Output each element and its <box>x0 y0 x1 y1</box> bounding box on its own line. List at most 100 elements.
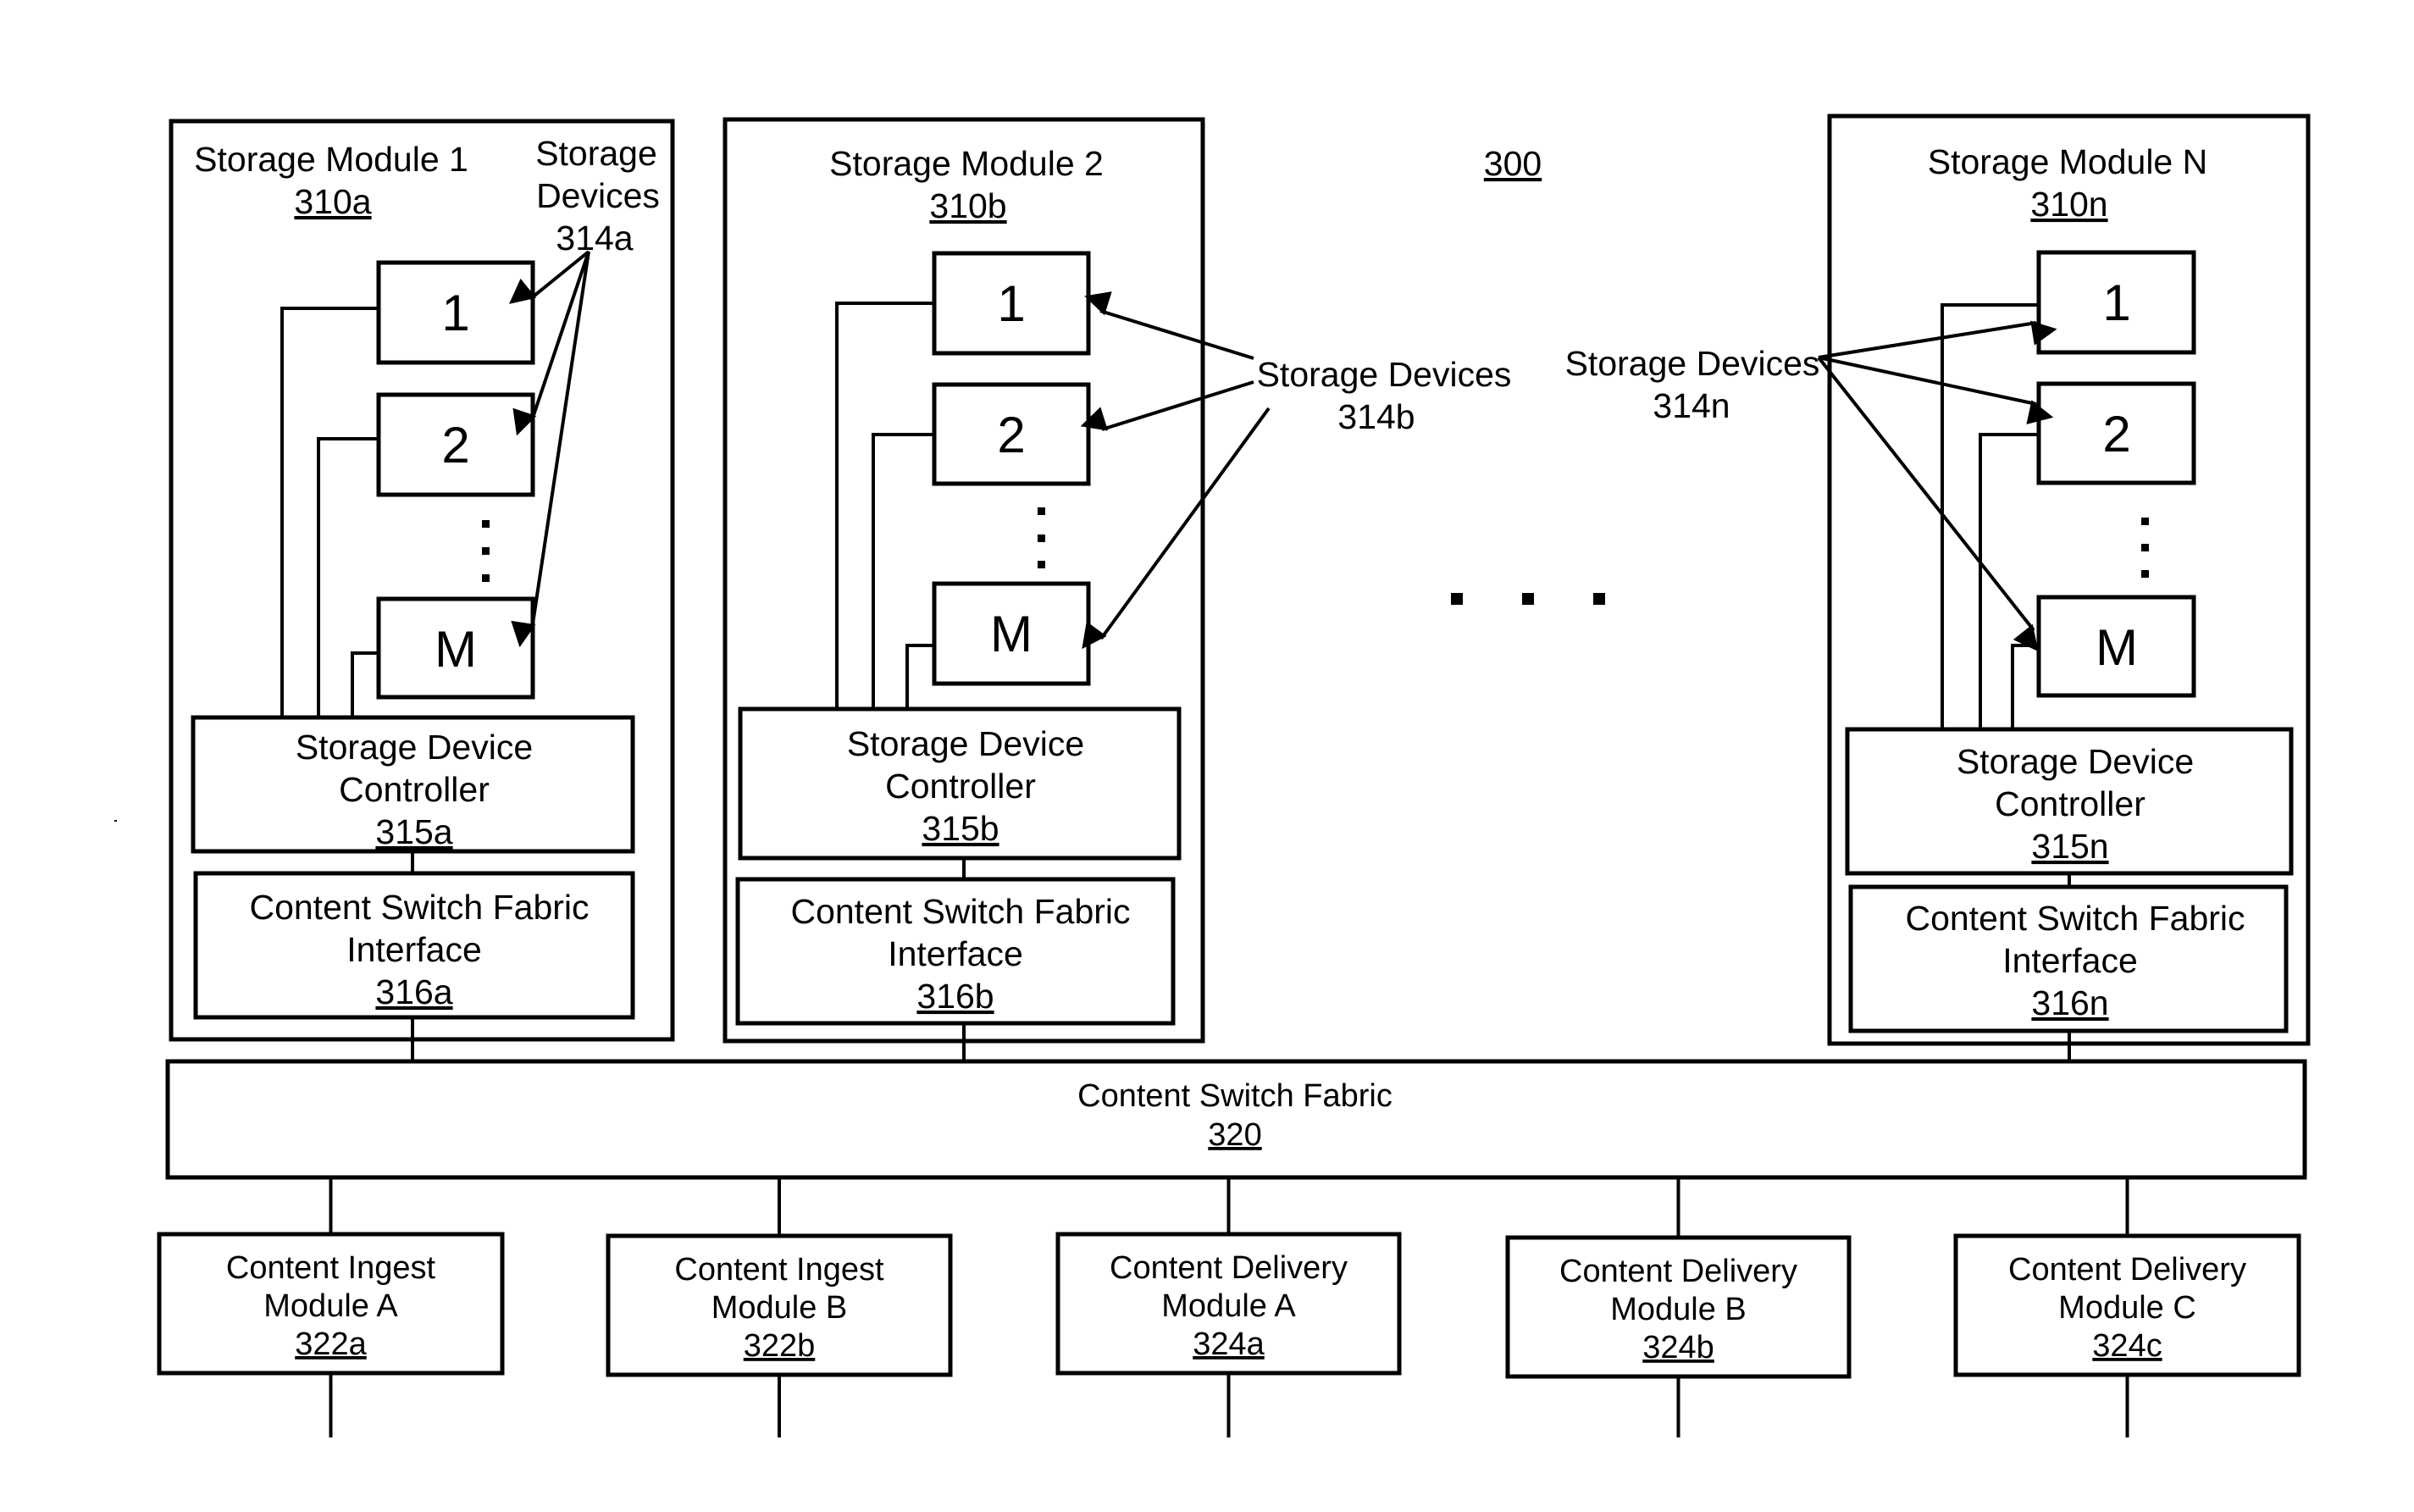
edge-module-label: Module B <box>711 1290 848 1326</box>
device-m-connector <box>351 651 379 717</box>
interface-ref: 316n <box>2031 983 2108 1022</box>
storage-module-n[interactable]: Storage Module N 310n Storage Devices 31… <box>1565 114 2311 1061</box>
edge-module-label: Module C <box>2058 1290 2196 1326</box>
device-2-connector <box>872 433 934 709</box>
device-1-connector <box>1941 303 2039 729</box>
interface-line2: Interface <box>346 930 482 969</box>
content-ingest-module-b[interactable]: Content IngestModule B322b <box>606 1177 953 1437</box>
storage-module-1[interactable]: Storage Module 1 310a Storage Devices 31… <box>169 119 675 1061</box>
controller-line1: Storage Device <box>296 728 533 767</box>
module-title: Storage Module 2 <box>829 144 1104 183</box>
controller-line2: Controller <box>885 767 1036 806</box>
edge-module-label: Content Delivery <box>1110 1250 1348 1286</box>
device-label: 2 <box>441 417 469 474</box>
content-delivery-module-b[interactable]: Content DeliveryModule B324b <box>1505 1177 1852 1437</box>
ellipsis-dot <box>1593 593 1605 605</box>
device-label: 2 <box>2102 406 2130 462</box>
device-m-connector <box>2011 644 2039 729</box>
scan-speck <box>114 820 117 822</box>
edge-module-label: Content Ingest <box>226 1250 436 1286</box>
content-switch-fabric-interface[interactable]: Content Switch Fabric Interface 316b <box>735 877 1176 1026</box>
devices-label-line1: Storage <box>535 134 657 173</box>
edge-module-label: Module A <box>263 1288 398 1324</box>
storage-device-controller[interactable]: Storage Device Controller 315n <box>1845 727 2294 876</box>
device-ellipsis <box>482 520 490 582</box>
devices-label-line1: Storage Devices <box>1257 355 1512 394</box>
devices-pointer-arrow <box>511 251 590 648</box>
controller-ref: 315n <box>2031 827 2108 866</box>
interface-line1: Content Switch Fabric <box>249 888 589 927</box>
devices-pointer-arrow <box>512 251 590 436</box>
fabric-label: Content Switch Fabric <box>1077 1078 1392 1114</box>
content-delivery-module-a[interactable]: Content DeliveryModule A324a <box>1055 1177 1402 1437</box>
content-delivery-module-c[interactable]: Content DeliveryModule C324c <box>1953 1177 2301 1437</box>
storage-device[interactable]: 2 <box>932 382 1091 486</box>
ellipsis-modules <box>1451 593 1605 605</box>
interface-line1: Content Switch Fabric <box>790 892 1130 931</box>
controller-ref: 315b <box>922 809 999 848</box>
controller-line1: Storage Device <box>847 724 1084 763</box>
edge-modules: Content IngestModule A322aContent Ingest… <box>157 1177 2301 1437</box>
edge-module-ref: 324a <box>1193 1326 1265 1362</box>
device-label: 1 <box>441 285 469 341</box>
devices-pointer-arrow <box>1082 407 1271 650</box>
devices-pointer-arrow <box>1817 356 2039 652</box>
storage-device-controller[interactable]: Storage Device Controller 315a <box>191 715 635 854</box>
module-title: Storage Module 1 <box>194 140 468 179</box>
device-1-connector <box>280 307 379 717</box>
fabric-ref: 320 <box>1208 1117 1261 1153</box>
controller-line2: Controller <box>339 770 490 809</box>
storage-device[interactable]: 1 <box>932 251 1091 356</box>
storage-device[interactable]: M <box>932 581 1091 686</box>
devices-label-ref: 314b <box>1337 397 1415 436</box>
interface-line1: Content Switch Fabric <box>1905 899 2245 938</box>
storage-module-2[interactable]: Storage Module 2 310b Storage Devices 31… <box>723 117 1512 1061</box>
interface-line2: Interface <box>2002 941 2138 980</box>
device-label: 1 <box>2102 274 2130 331</box>
edge-module-label: Content Delivery <box>1559 1254 1797 1289</box>
module-ref: 310n <box>2030 185 2107 224</box>
device-ellipsis <box>1038 507 1045 568</box>
content-switch-fabric-interface[interactable]: Content Switch Fabric Interface 316n <box>1848 884 2289 1033</box>
edge-module-label: Module A <box>1161 1288 1296 1324</box>
interface-ref: 316b <box>916 977 994 1016</box>
system-diagram: 300 Storage Module 1 310a Storage Device… <box>114 114 2311 1437</box>
controller-line2: Controller <box>1995 784 2145 823</box>
edge-module-label: Module B <box>1610 1292 1747 1327</box>
edge-module-label: Content Delivery <box>2008 1252 2246 1288</box>
content-switch-fabric-interface[interactable]: Content Switch Fabric Interface 316a <box>193 871 635 1020</box>
device-2-connector <box>1979 433 2039 729</box>
devices-pointer-arrow <box>1080 380 1254 431</box>
interface-ref: 316a <box>375 972 452 1011</box>
device-label: M <box>2096 619 2138 676</box>
storage-device-controller[interactable]: Storage Device Controller 315b <box>738 706 1182 861</box>
edge-module-ref: 324c <box>2092 1328 2162 1364</box>
content-switch-fabric[interactable]: Content Switch Fabric 320 <box>165 1059 2307 1180</box>
module-ref: 310b <box>929 186 1006 225</box>
storage-device[interactable]: 1 <box>2036 250 2196 355</box>
device-label: M <box>990 606 1033 662</box>
storage-device[interactable]: 2 <box>2036 381 2196 485</box>
devices-pointer-arrow <box>1818 320 2057 359</box>
storage-device[interactable]: M <box>2036 595 2196 698</box>
device-label: 1 <box>997 275 1025 332</box>
device-ellipsis <box>2141 518 2149 578</box>
ellipsis-dot <box>1522 593 1534 605</box>
figure-reference: 300 <box>1484 144 1542 183</box>
edge-module-ref: 322b <box>744 1328 816 1364</box>
devices-pointer-arrow <box>1084 291 1254 360</box>
interface-line2: Interface <box>888 934 1023 973</box>
content-ingest-module-a[interactable]: Content IngestModule A322a <box>157 1177 505 1437</box>
devices-label-line1: Storage Devices <box>1565 344 1820 383</box>
device-label: 2 <box>997 407 1025 463</box>
device-1-connector <box>835 302 934 709</box>
devices-label-line2: Devices <box>536 176 660 215</box>
storage-device[interactable]: M <box>376 596 535 700</box>
ellipsis-dot <box>1451 593 1463 605</box>
module-ref: 310a <box>294 182 371 221</box>
storage-device[interactable]: 1 <box>376 260 535 365</box>
storage-device[interactable]: 2 <box>376 392 535 497</box>
controller-ref: 315a <box>375 812 452 851</box>
edge-module-ref: 322a <box>295 1326 367 1362</box>
device-label: M <box>435 621 477 678</box>
